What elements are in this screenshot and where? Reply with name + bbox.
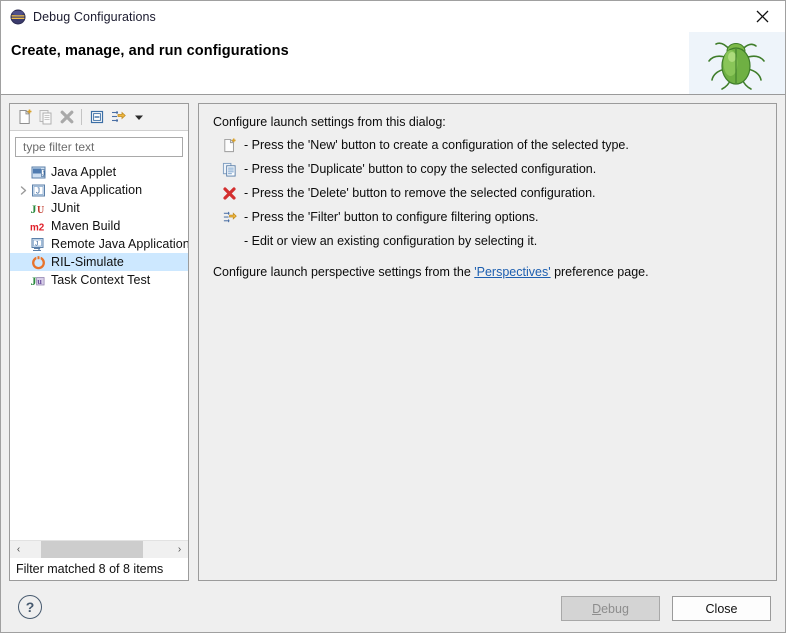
debug-configurations-dialog: Debug Configurations Create, manage, and… (0, 0, 786, 633)
svg-text:J: J (35, 240, 38, 247)
svg-text:J: J (31, 202, 37, 216)
perspectives-note: Configure launch perspective settings fr… (213, 265, 764, 279)
collapse-all-icon (90, 110, 103, 124)
title-bar: Debug Configurations (1, 1, 785, 32)
filter-status-text: Filter matched 8 of 8 items (10, 558, 188, 580)
instruction-edit: - Edit or view an existing configuration… (211, 233, 764, 249)
tree-item-label: RIL-Simulate (51, 255, 124, 269)
tree-item-java-applet[interactable]: J Java Applet (10, 163, 188, 181)
svg-text:J: J (42, 171, 45, 177)
filter-icon (221, 209, 237, 225)
tree-item-label: JUnit (51, 201, 80, 215)
help-button[interactable]: ? (18, 595, 42, 619)
twisty-placeholder (16, 271, 30, 289)
window-title: Debug Configurations (33, 9, 156, 24)
filter-button[interactable] (107, 107, 128, 128)
collapse-all-button[interactable] (86, 107, 107, 128)
tree-item-label: Remote Java Application (51, 237, 188, 251)
tree-item-label: Java Applet (51, 165, 117, 179)
instructions-intro: Configure launch settings from this dial… (213, 115, 446, 129)
tree-item-remote-java-application[interactable]: J Remote Java Application (10, 235, 188, 253)
tree-item-junit[interactable]: J U JUnit (10, 199, 188, 217)
configurations-pane: J Java Applet (9, 103, 189, 581)
eclipse-debug-icon (10, 9, 26, 25)
instruction-text: - Press the 'Delete' button to remove th… (244, 186, 596, 200)
perspectives-note-prefix: Configure launch perspective settings fr… (213, 265, 475, 279)
svg-text:u: u (37, 277, 42, 286)
tree-item-label: Task Context Test (51, 273, 151, 287)
header-artwork (689, 32, 785, 94)
perspectives-link[interactable]: 'Perspectives' (474, 265, 550, 279)
dialog-body: J Java Applet (1, 95, 785, 584)
twisty-placeholder (16, 217, 30, 235)
svg-text:J: J (36, 186, 40, 195)
duplicate-configuration-button[interactable] (35, 107, 56, 128)
tree-item-task-context-test[interactable]: J u Task Context Test (10, 271, 188, 289)
green-bug-icon (703, 37, 769, 93)
twisty-placeholder (16, 199, 30, 217)
tree-horizontal-scrollbar[interactable]: ‹ › (10, 540, 188, 558)
java-applet-icon: J (30, 164, 46, 180)
debug-button-label: ebug (601, 601, 629, 616)
search-input[interactable] (21, 139, 182, 155)
svg-text:U: U (37, 205, 44, 216)
instruction-delete: - Press the 'Delete' button to remove th… (211, 185, 764, 201)
new-configuration-button[interactable] (14, 107, 35, 128)
configurations-tree[interactable]: J Java Applet J Java Application J U JUn… (10, 161, 188, 540)
instruction-text: - Press the 'Filter' button to configure… (244, 210, 539, 224)
delete-icon (60, 110, 73, 124)
instruction-text: - Edit or view an existing configuration… (244, 234, 538, 248)
view-menu-button[interactable] (128, 107, 149, 128)
configurations-toolbar (10, 104, 188, 131)
filter-input-wrapper[interactable] (15, 137, 183, 157)
delete-configuration-button[interactable] (56, 107, 77, 128)
debug-button-mnemonic: D (592, 601, 602, 616)
scroll-left-button[interactable]: ‹ (10, 541, 27, 558)
scrollbar-track[interactable] (27, 541, 171, 558)
instruction-text: - Press the 'New' button to create a con… (244, 138, 629, 152)
new-icon (19, 109, 31, 124)
debug-button[interactable]: Debug (561, 596, 660, 621)
scrollbar-thumb[interactable] (41, 541, 143, 558)
task-context-test-icon: J u (30, 272, 46, 288)
expand-arrow-icon[interactable] (16, 181, 30, 199)
delete-icon (221, 185, 237, 201)
instructions-pane: Configure launch settings from this dial… (198, 103, 777, 581)
tree-item-maven-build[interactable]: m2 Maven Build (10, 217, 188, 235)
remote-java-application-icon: J (30, 236, 46, 252)
tree-item-label: Java Application (51, 183, 143, 197)
page-title: Create, manage, and run configurations (11, 43, 289, 59)
scroll-right-button[interactable]: › (171, 541, 188, 558)
new-icon (221, 137, 237, 153)
tree-item-java-application[interactable]: J Java Application (10, 181, 188, 199)
dialog-footer: ? Debug Close (1, 584, 785, 632)
tree-item-label: Maven Build (51, 219, 121, 233)
tree-item-ril-simulate[interactable]: RIL-Simulate (10, 253, 188, 271)
perspectives-note-suffix: preference page. (550, 265, 649, 279)
instruction-duplicate: - Press the 'Duplicate' button to copy t… (211, 161, 764, 177)
junit-icon: J U (30, 200, 46, 216)
close-icon (756, 10, 768, 23)
svg-text:J: J (31, 274, 37, 288)
maven-icon: m2 (30, 218, 46, 234)
ril-simulate-icon (30, 254, 46, 270)
twisty-placeholder (16, 253, 30, 271)
close-button[interactable]: Close (672, 596, 771, 621)
instruction-text: - Press the 'Duplicate' button to copy t… (244, 162, 597, 176)
duplicate-icon (221, 161, 237, 177)
twisty-placeholder (16, 163, 30, 181)
instruction-new: - Press the 'New' button to create a con… (211, 137, 764, 153)
duplicate-icon (39, 110, 51, 125)
java-application-icon: J (30, 182, 46, 198)
dialog-header: Create, manage, and run configurations (1, 32, 785, 95)
filter-icon (111, 111, 126, 122)
toolbar-separator (81, 109, 82, 125)
chevron-down-icon (134, 115, 143, 120)
instruction-filter: - Press the 'Filter' button to configure… (211, 209, 764, 225)
close-window-button[interactable] (739, 1, 785, 32)
twisty-placeholder (16, 235, 30, 253)
svg-text:m2: m2 (30, 222, 45, 233)
